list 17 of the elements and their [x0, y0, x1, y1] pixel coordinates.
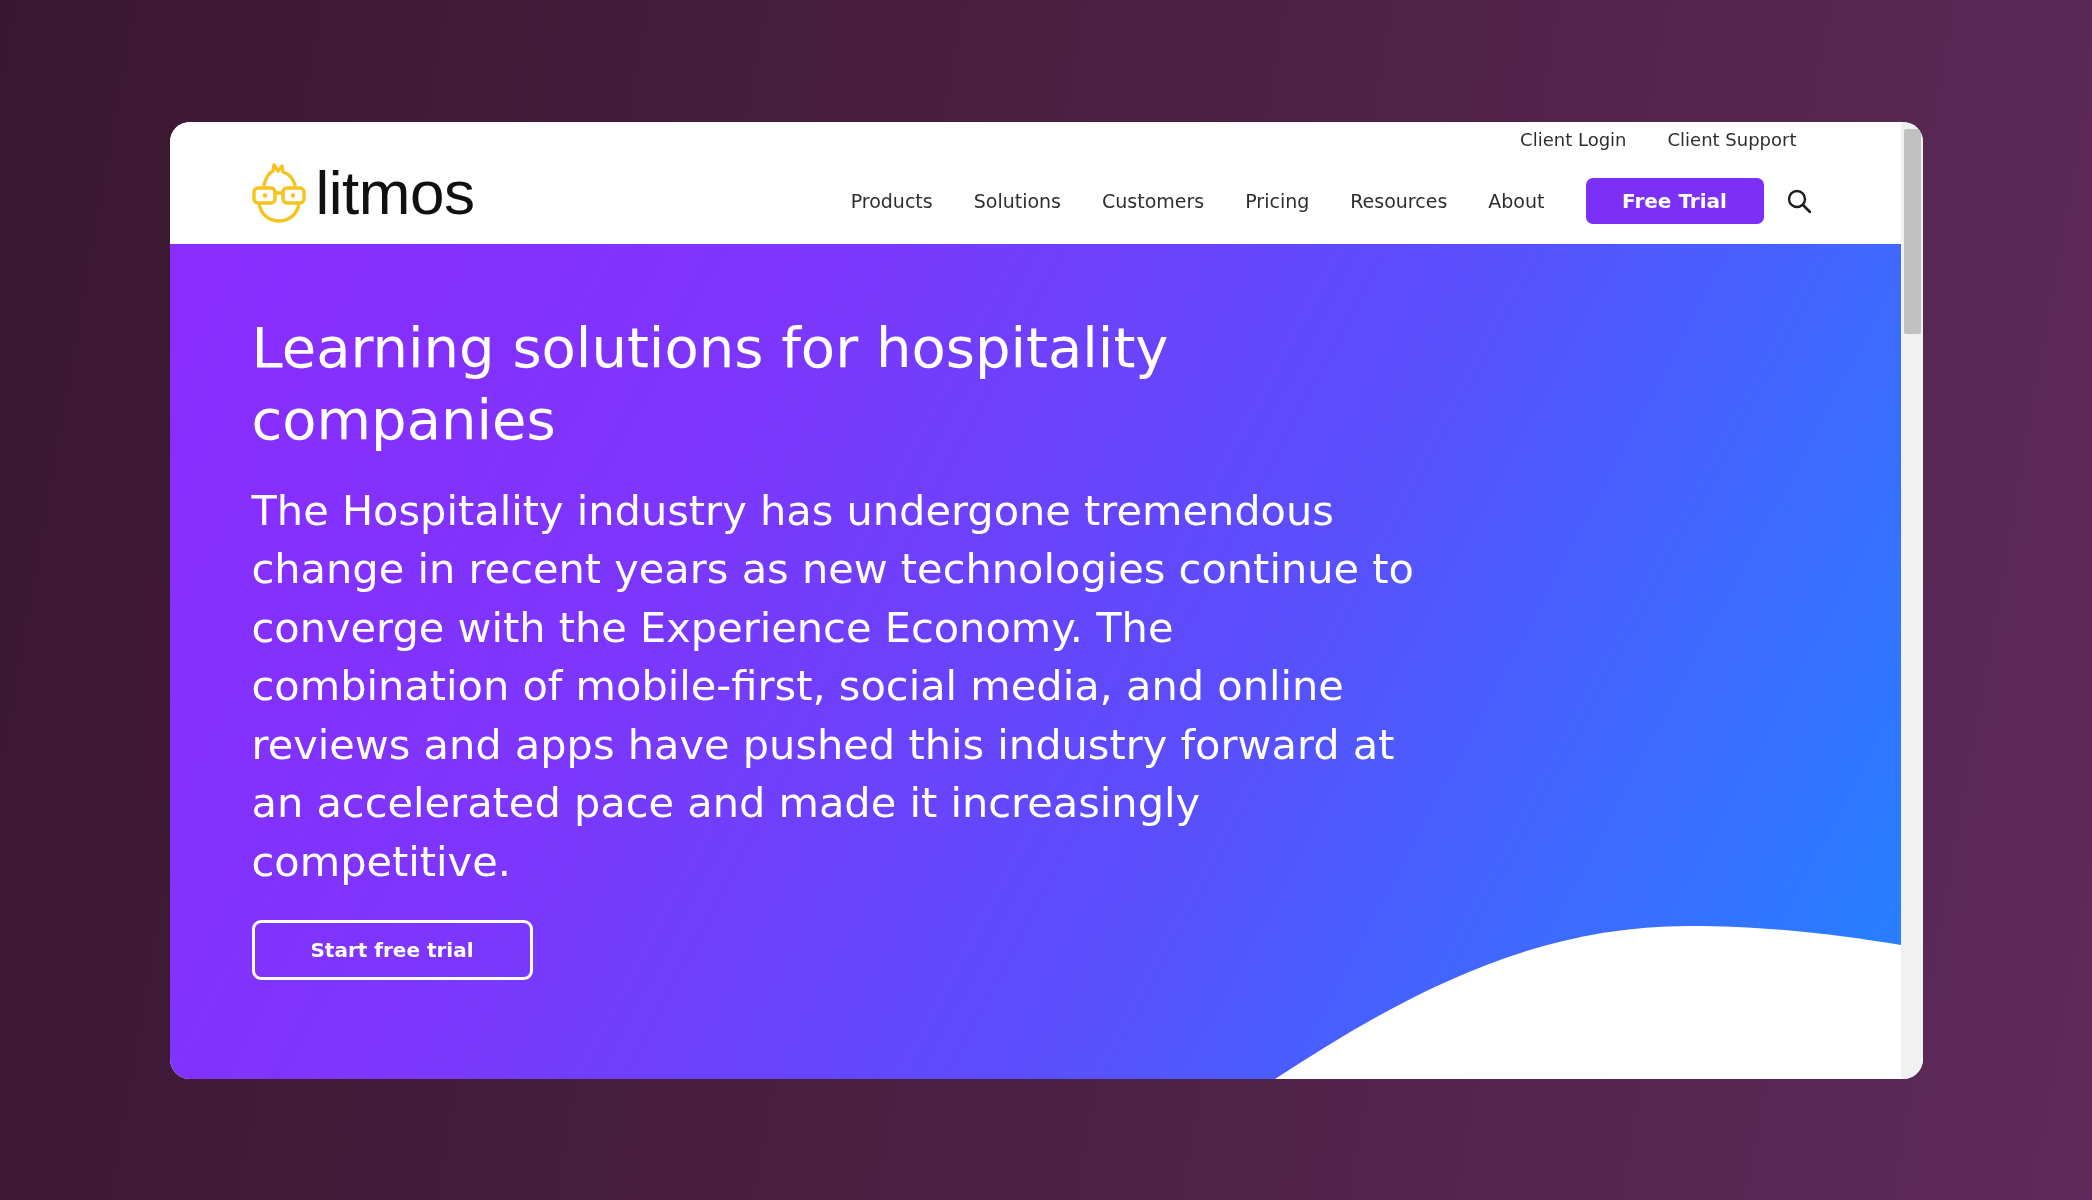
search-icon[interactable]: [1786, 188, 1811, 213]
nav-link[interactable]: Resources: [1350, 187, 1448, 214]
top-link[interactable]: Client Support: [1667, 127, 1797, 152]
scrollbar-track[interactable]: [1900, 121, 1923, 1079]
hero-paragraph: The Hospitality industry has undergone tremendous change in recent years as new technologies continue to converge with the Experience Economy. The combination of mobile-first, social media, and online reviews and apps have pushed this industry forward at an accelerated pace and made it increasingly competitive.: [251, 484, 1415, 889]
start-trial-button[interactable]: Start free trial: [251, 919, 533, 980]
hero-heading: Learning solutions for hospitality companies: [251, 313, 1170, 454]
nav-link[interactable]: About: [1488, 187, 1545, 214]
face-with-glasses-icon: [251, 162, 306, 223]
scrollbar-thumb[interactable]: [1903, 128, 1921, 334]
nav-link[interactable]: Solutions: [973, 187, 1061, 214]
free-trial-button[interactable]: Free Trial: [1585, 177, 1764, 224]
nav-link[interactable]: Pricing: [1245, 187, 1310, 214]
top-link[interactable]: Client Login: [1520, 127, 1627, 152]
nav-link[interactable]: Products: [850, 187, 933, 214]
nav-link[interactable]: Customers: [1102, 187, 1205, 214]
logo-link[interactable]: litmos: [251, 162, 475, 223]
